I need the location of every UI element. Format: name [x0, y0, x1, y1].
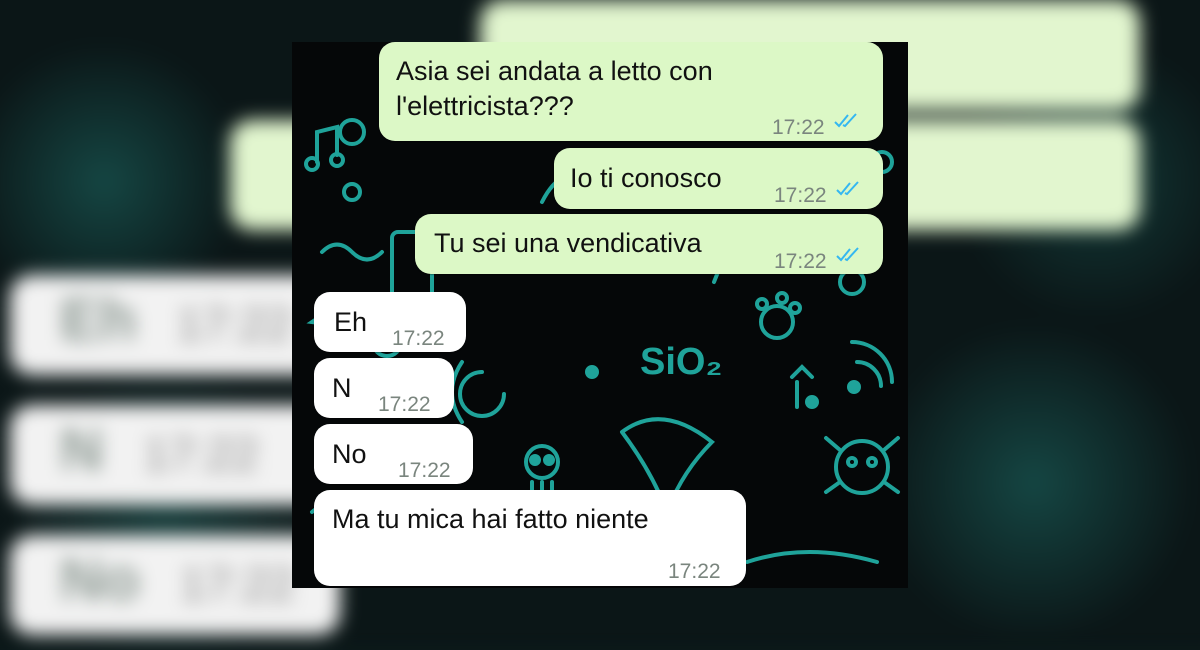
- message-text: No: [332, 439, 367, 469]
- incoming-message[interactable]: Ma tu mica hai fatto niente 17:22: [314, 490, 746, 586]
- read-ticks-icon: [834, 113, 857, 128]
- message-time: 17:22: [392, 327, 445, 350]
- backdrop-bubble: N 17:22: [10, 405, 340, 505]
- backdrop-text: Eh: [60, 286, 137, 353]
- backdrop-bubble: Eh 17:22: [10, 275, 340, 375]
- read-ticks-icon: [836, 181, 859, 196]
- message-time: 17:22: [398, 459, 451, 482]
- message-text: N: [332, 373, 352, 403]
- incoming-message[interactable]: No 17:22: [314, 424, 473, 484]
- message-text: Tu sei una vendicativa: [434, 228, 702, 258]
- message-time: 17:22: [772, 116, 825, 139]
- backdrop-time: 17:22: [143, 428, 259, 480]
- incoming-message[interactable]: N 17:22: [314, 358, 454, 418]
- backdrop-time: 17:22: [176, 298, 292, 350]
- backdrop-text: No: [60, 546, 140, 613]
- outgoing-message[interactable]: Io ti conosco 17:22: [554, 148, 883, 209]
- backdrop-bubble: No 17:22: [10, 535, 340, 635]
- message-text: Asia sei andata a letto con l'elettricis…: [396, 56, 713, 121]
- message-time: 17:22: [668, 560, 721, 583]
- outgoing-message[interactable]: Asia sei andata a letto con l'elettricis…: [379, 42, 883, 141]
- backdrop-time: 17:22: [179, 558, 296, 610]
- message-time: 17:22: [378, 393, 431, 416]
- backdrop-text: N: [60, 416, 104, 483]
- chat-panel: SiO₂ Asia sei andata a letto con l'elett…: [292, 42, 908, 588]
- outgoing-message[interactable]: Tu sei una vendicativa 17:22: [415, 214, 883, 274]
- message-time: 17:22: [774, 184, 827, 207]
- message-text: Io ti conosco: [570, 163, 722, 193]
- message-time: 17:22: [774, 250, 827, 273]
- wallpaper-sio2-text: SiO₂: [640, 341, 722, 383]
- incoming-message[interactable]: Eh 17:22: [314, 292, 466, 352]
- read-ticks-icon: [836, 247, 859, 262]
- message-text: Ma tu mica hai fatto niente: [332, 504, 649, 534]
- message-text: Eh: [334, 307, 368, 337]
